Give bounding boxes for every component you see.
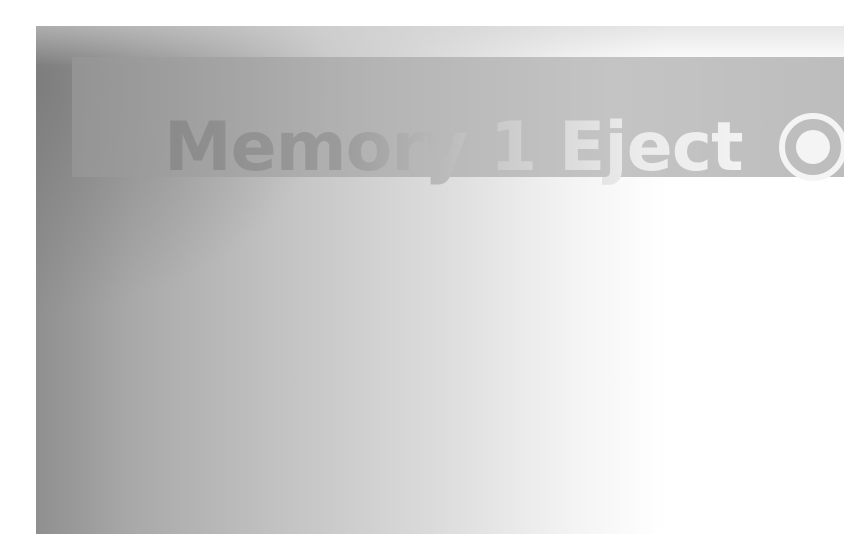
record-icon [779, 113, 844, 181]
display-screen: Memory 1 Eject [36, 26, 844, 534]
record-icon-dot [796, 130, 830, 164]
menu-item-label: Memory 1 Eject [164, 108, 744, 187]
menu-item-memory-1-eject[interactable]: Memory 1 Eject [72, 57, 844, 187]
